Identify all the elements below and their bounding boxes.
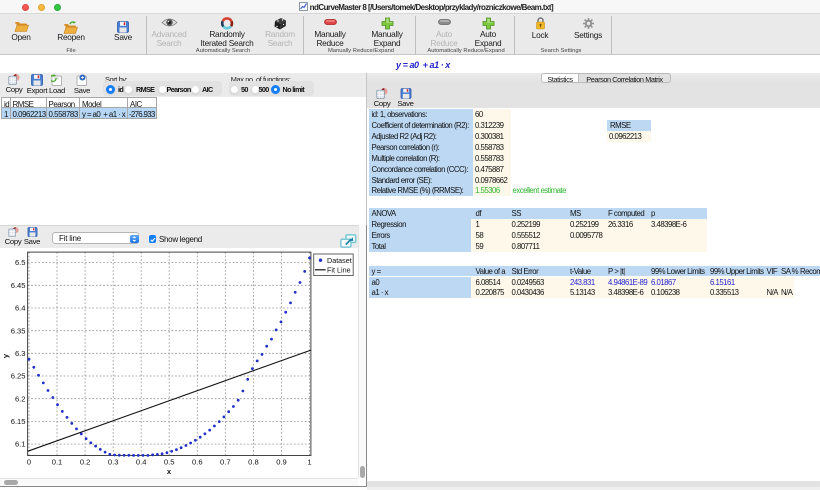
svg-text:1: 1 (307, 458, 311, 467)
svg-text:6.1: 6.1 (15, 440, 26, 449)
svg-text:6.4: 6.4 (15, 304, 26, 313)
svg-text:6.35: 6.35 (11, 326, 26, 335)
svg-text:Fit Line: Fit Line (327, 266, 351, 275)
svg-text:0.1: 0.1 (52, 458, 63, 467)
svg-text:y: y (1, 353, 10, 358)
svg-text:x: x (167, 467, 172, 476)
svg-text:6.3: 6.3 (15, 349, 26, 358)
svg-text:6.15: 6.15 (11, 417, 26, 426)
svg-text:0.6: 0.6 (192, 458, 203, 467)
svg-text:0.5: 0.5 (164, 458, 175, 467)
svg-text:0: 0 (27, 458, 31, 467)
svg-text:6.25: 6.25 (11, 372, 26, 381)
svg-text:6.5: 6.5 (15, 258, 26, 267)
svg-text:6.45: 6.45 (11, 281, 26, 290)
svg-text:0.9: 0.9 (276, 458, 287, 467)
svg-text:Dataset: Dataset (327, 256, 352, 265)
svg-text:0.3: 0.3 (108, 458, 119, 467)
svg-text:0.4: 0.4 (136, 458, 147, 467)
svg-text:0.2: 0.2 (80, 458, 91, 467)
svg-text:0.7: 0.7 (220, 458, 231, 467)
svg-text:6.2: 6.2 (15, 394, 26, 403)
svg-text:0.8: 0.8 (248, 458, 259, 467)
